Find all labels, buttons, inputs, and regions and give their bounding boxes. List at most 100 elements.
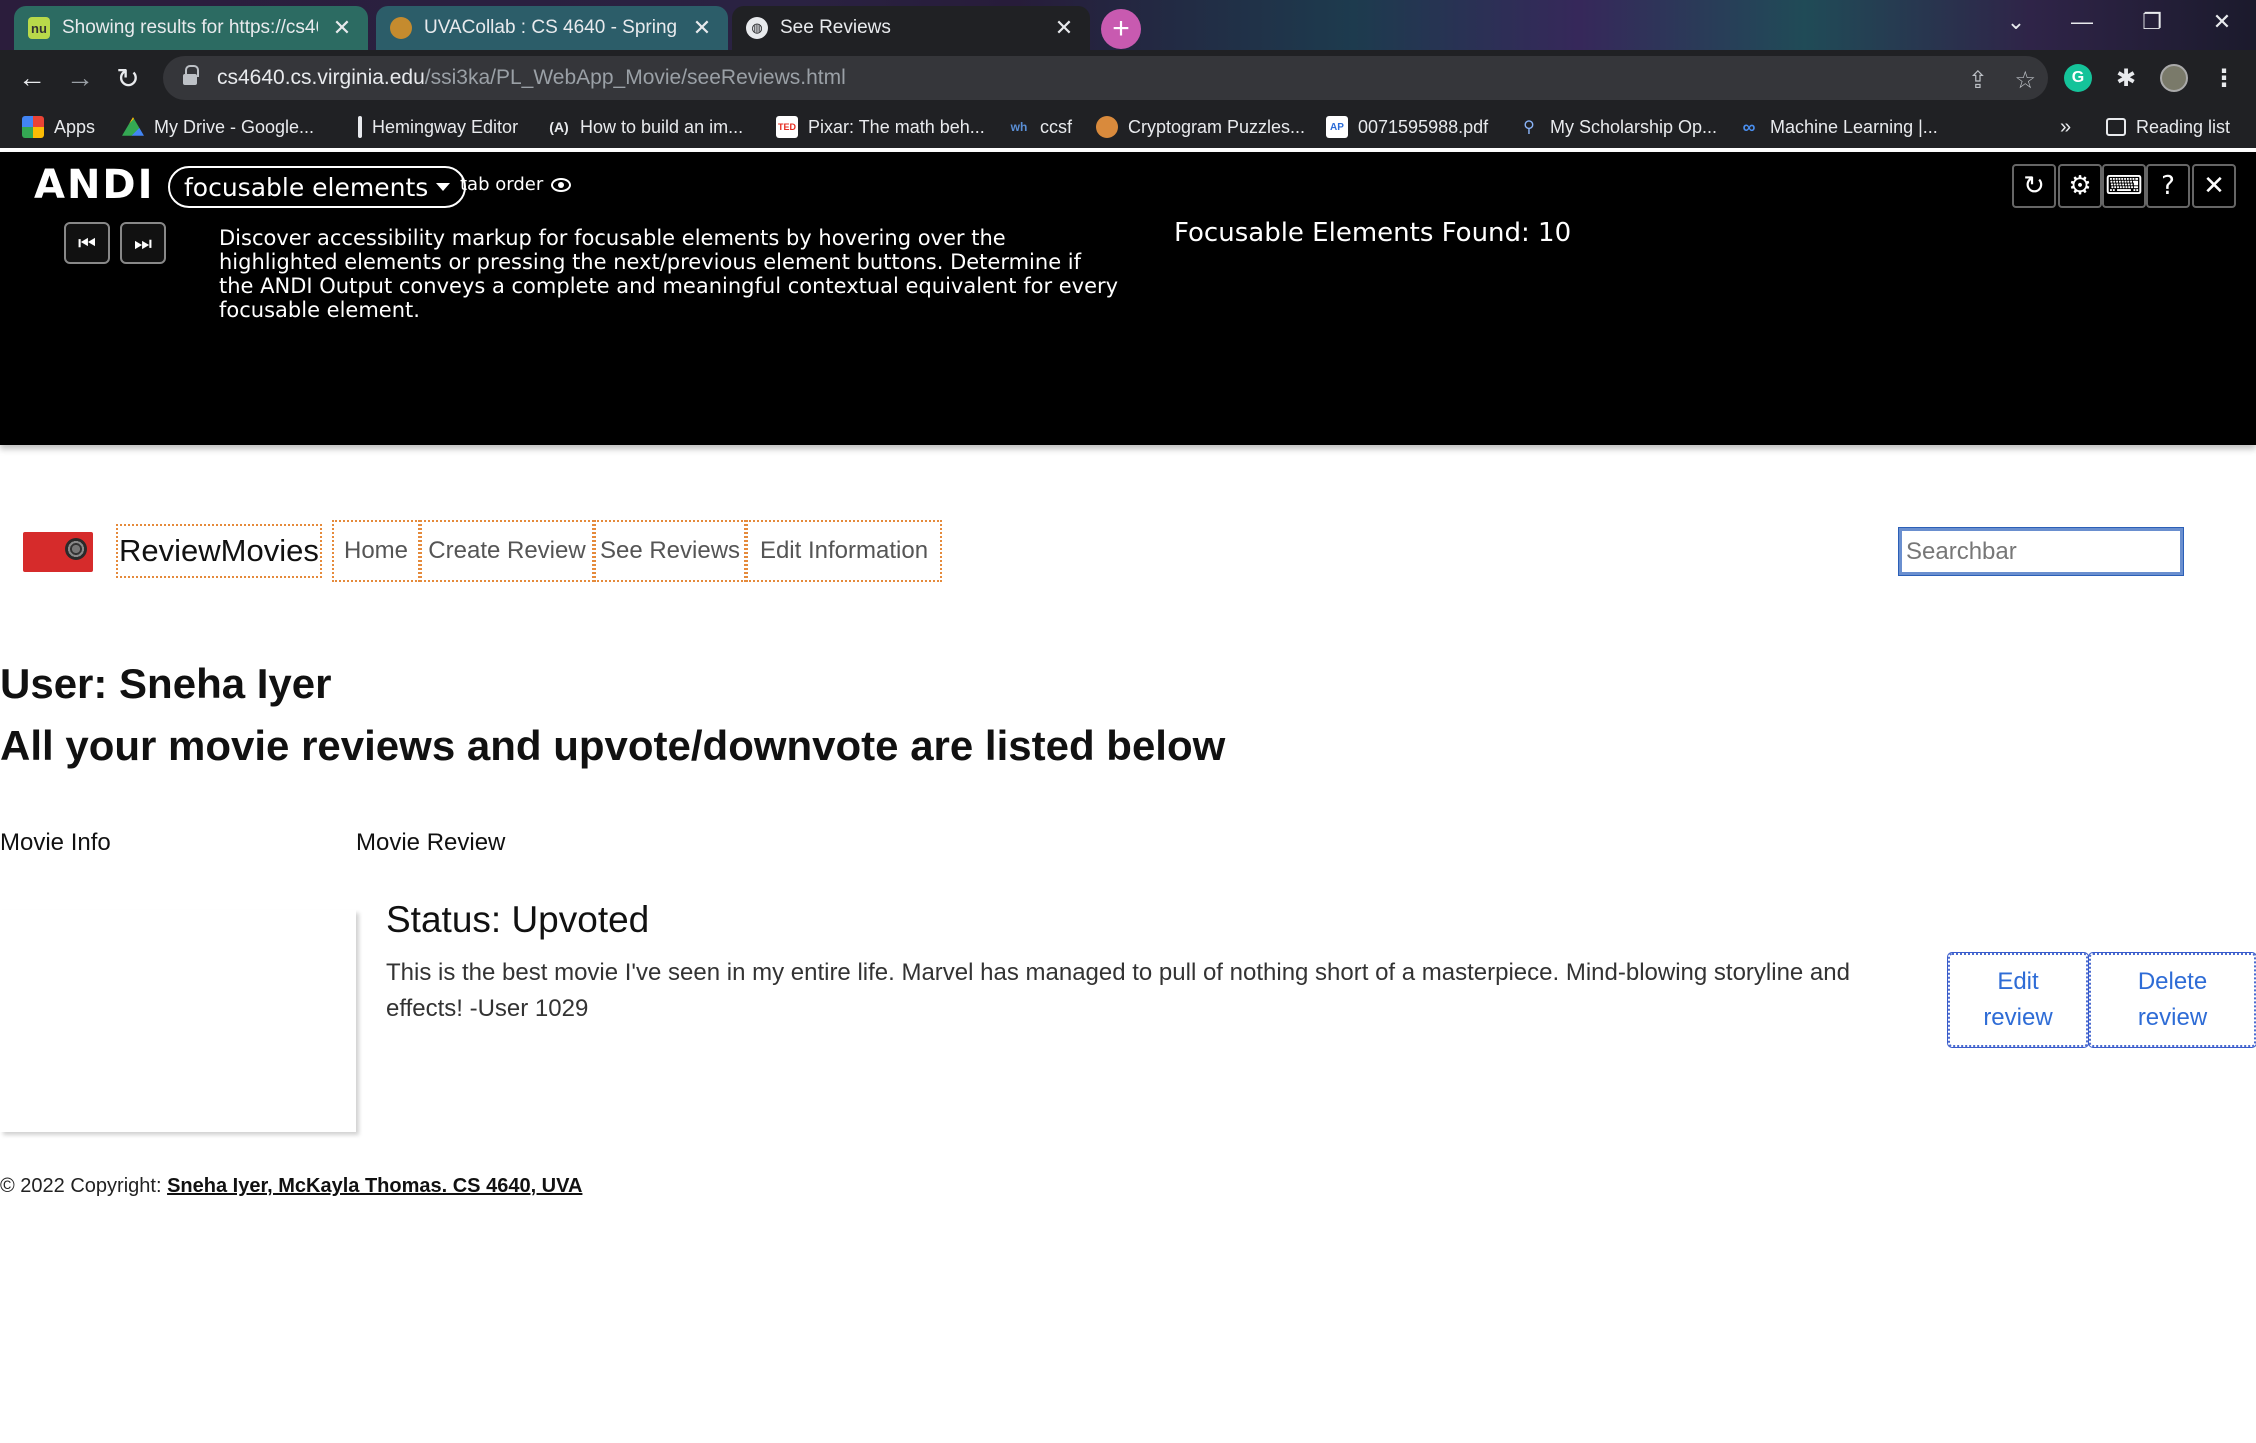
tab-search-results[interactable]: nu Showing results for https://cs464 ✕ — [14, 6, 368, 50]
nav-edit-information[interactable]: Edit Information — [746, 520, 942, 582]
bookmark-label: Pixar: The math beh... — [808, 116, 985, 137]
globe-icon: ◍ — [746, 17, 768, 39]
scholarship-icon: ⚲ — [1523, 119, 1535, 136]
more-bookmarks-button[interactable]: » — [2060, 114, 2071, 140]
close-icon: ✕ — [2203, 171, 2225, 201]
address-bar[interactable]: cs4640.cs.virginia.edu/ssi3ka/PL_WebApp_… — [163, 56, 2048, 100]
lock-icon — [183, 65, 199, 86]
bookmark-label: ccsf — [1040, 116, 1073, 137]
nav-create-review[interactable]: Create Review — [420, 520, 594, 582]
bookmark-build-im[interactable]: (A) How to build an im... — [548, 114, 743, 140]
pdf-icon: AP — [1326, 116, 1348, 138]
share-icon[interactable]: ⇪ — [1968, 66, 1988, 95]
tab-search-chevron-icon[interactable]: ⌄ — [1982, 0, 2050, 44]
caret-down-icon — [436, 183, 451, 191]
andi-logo: ANDI — [34, 162, 155, 208]
extensions-puzzle-icon[interactable]: ✱ — [2112, 64, 2140, 92]
reading-list-button[interactable]: Reading list — [2106, 114, 2230, 140]
bookmark-apps[interactable]: Apps — [22, 114, 95, 140]
close-tab-icon[interactable]: ✕ — [690, 15, 714, 41]
andi-tab-order-toggle[interactable]: tab order — [460, 174, 572, 195]
minimize-button[interactable]: — — [2048, 0, 2116, 44]
browser-toolbar: ← → ↻ cs4640.cs.virginia.edu/ssi3ka/PL_W… — [0, 50, 2256, 106]
bookmark-label: My Scholarship Op... — [1550, 116, 1718, 137]
a-logo-icon: (A) — [549, 119, 569, 135]
hemingway-icon — [358, 116, 362, 138]
film-reel-logo — [23, 532, 93, 572]
bookmark-label: 0071595988.pdf — [1358, 116, 1489, 137]
menu-kebab-icon[interactable]: ⋮ — [2210, 64, 2238, 92]
bookmark-my-drive[interactable]: My Drive - Google... — [122, 114, 314, 140]
nav-home[interactable]: Home — [332, 520, 420, 582]
ted-icon: TED — [776, 116, 798, 138]
andi-panel: ANDI focusable elements tab order ⏮ ⏭ Di… — [0, 152, 2256, 445]
bookmark-hemingway[interactable]: Hemingway Editor — [358, 114, 518, 140]
tab-see-reviews[interactable]: ◍ See Reviews ✕ — [732, 6, 1090, 50]
edit-review-button[interactable]: Edit review — [1947, 952, 2089, 1048]
profile-avatar[interactable] — [2160, 64, 2188, 92]
tab-title: See Reviews — [780, 17, 891, 38]
andi-close-button[interactable]: ✕ — [2192, 164, 2236, 208]
site-navbar: ReviewMovies Home Create Review See Revi… — [0, 518, 2256, 588]
bookmarks-bar: Apps My Drive - Google... Hemingway Edit… — [0, 106, 2256, 148]
tab-order-label: tab order — [460, 174, 544, 195]
reading-list-icon — [2106, 118, 2126, 136]
movie-info-column-header: Movie Info — [0, 829, 111, 856]
uva-favicon-icon — [390, 17, 412, 39]
andi-keyboard-button[interactable]: ⌨ — [2102, 164, 2146, 208]
user-heading: User: Sneha Iyer — [0, 660, 332, 707]
help-icon: ? — [2161, 171, 2175, 201]
footer-authors-link[interactable]: Sneha Iyer, McKayla Thomas. CS 4640, UVA — [167, 1175, 582, 1197]
bookmark-ccsf[interactable]: wh ccsf — [1008, 114, 1072, 140]
keyboard-icon: ⌨ — [2105, 171, 2143, 201]
andi-next-button[interactable]: ⏭ — [120, 222, 166, 264]
bookmark-star-icon[interactable]: ☆ — [2014, 66, 2036, 95]
bookmark-label: Cryptogram Puzzles... — [1128, 116, 1306, 137]
movie-info-card — [0, 910, 356, 1132]
url-path: /ssi3ka/PL_WebApp_Movie/seeReviews.html — [424, 66, 846, 89]
search-input[interactable] — [1898, 527, 2184, 576]
reviews-heading: All your movie reviews and upvote/downvo… — [0, 722, 1226, 769]
back-arrow-icon[interactable]: ← — [12, 58, 52, 98]
restore-button[interactable]: ❐ — [2118, 0, 2186, 44]
bookmark-label: How to build an im... — [580, 116, 744, 137]
bookmark-pdf[interactable]: AP 0071595988.pdf — [1326, 114, 1488, 140]
close-window-button[interactable]: ✕ — [2188, 0, 2256, 44]
bookmark-pixar[interactable]: TED Pixar: The math beh... — [776, 114, 985, 140]
nav-see-reviews[interactable]: See Reviews — [594, 520, 746, 582]
bookmark-label: Apps — [54, 116, 96, 137]
bookmark-machine-learning[interactable]: ∞ Machine Learning |... — [1738, 114, 1938, 140]
andi-previous-button[interactable]: ⏮ — [64, 222, 110, 264]
footer: © 2022 Copyright: Sneha Iyer, McKayla Th… — [0, 1175, 582, 1198]
movie-review-column-header: Movie Review — [356, 829, 506, 856]
bookmark-cryptogram[interactable]: Cryptogram Puzzles... — [1096, 114, 1305, 140]
bookmark-label: My Drive - Google... — [154, 116, 315, 137]
andi-found-count: Focusable Elements Found: 10 — [1174, 218, 1572, 248]
tab-title: Showing results for https://cs464 — [62, 17, 318, 38]
skip-previous-icon: ⏮ — [78, 231, 96, 255]
bookmark-scholarship[interactable]: ⚲ My Scholarship Op... — [1518, 114, 1717, 140]
brand-link[interactable]: ReviewMovies — [116, 524, 322, 578]
close-tab-icon[interactable]: ✕ — [1052, 15, 1076, 41]
coursera-icon: ∞ — [1742, 116, 1756, 137]
andi-settings-button[interactable]: ⚙ — [2058, 164, 2102, 208]
footer-copyright: © 2022 Copyright: — [0, 1175, 168, 1197]
bookmark-label: Machine Learning |... — [1770, 116, 1938, 137]
new-tab-button[interactable]: + — [1101, 9, 1141, 49]
reload-icon[interactable]: ↻ — [108, 58, 148, 98]
andi-module-select[interactable]: focusable elements — [168, 166, 467, 208]
apps-grid-icon — [22, 116, 44, 138]
refresh-icon: ↻ — [2023, 171, 2045, 201]
eye-icon — [551, 177, 572, 192]
forward-arrow-icon[interactable]: → — [60, 58, 100, 98]
reading-list-label: Reading list — [2136, 116, 2231, 137]
tab-uvacollab[interactable]: UVACollab : CS 4640 - Spring 20 ✕ — [376, 6, 728, 50]
gear-icon: ⚙ — [2068, 171, 2092, 201]
tab-strip: nu Showing results for https://cs464 ✕ U… — [0, 0, 2256, 50]
andi-refresh-button[interactable]: ↻ — [2012, 164, 2056, 208]
andi-help-button[interactable]: ? — [2146, 164, 2190, 208]
cryptogram-icon — [1096, 116, 1118, 138]
grammarly-icon[interactable]: G — [2064, 64, 2092, 92]
delete-review-button[interactable]: Delete review — [2088, 952, 2256, 1048]
close-tab-icon[interactable]: ✕ — [330, 15, 354, 41]
